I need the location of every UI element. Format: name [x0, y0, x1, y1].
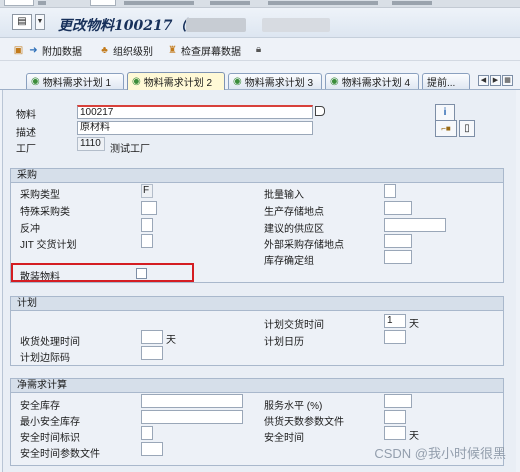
document-icon[interactable]: ▤	[12, 14, 32, 30]
safety-time-field[interactable]	[384, 426, 406, 440]
sched-margin-key-label: 计划边际码	[20, 353, 70, 364]
status-ok-icon: ◉	[330, 75, 339, 87]
redacted-area	[186, 18, 246, 32]
material-label: 物料	[16, 110, 36, 121]
storage-bin-field[interactable]	[384, 250, 412, 264]
title-bar: ▤ ▼ 更改物料100217（	[0, 8, 520, 38]
special-proc-label: 特殊采购类	[20, 207, 70, 218]
org-levels-icon: ♣	[101, 45, 108, 56]
tab-lead[interactable]: 提前...	[422, 73, 470, 89]
safety-stock-field[interactable]	[141, 394, 243, 408]
supply-area-label: 建议的供应区	[264, 224, 324, 235]
scheduling-group: 计划	[10, 296, 504, 366]
status-ok-icon: ◉	[31, 75, 40, 87]
gr-processing-time-unit: 天	[166, 335, 176, 346]
safety-time-profile-field[interactable]	[141, 442, 163, 456]
window-title: 更改物料100217（	[58, 18, 187, 34]
safety-time-label: 安全时间	[264, 433, 304, 444]
window-strip	[0, 0, 520, 8]
tab-list-icon[interactable]: ▦	[502, 75, 513, 86]
safety-time-unit: 天	[409, 431, 419, 442]
tab-label: 物料需求计划 3	[244, 78, 314, 89]
tab-strip: ◉ 物料需求计划 1 ◉ 物料需求计划 2 ◉ 物料需求计划 3 ◉ 物料需求计…	[0, 70, 520, 90]
application-toolbar: ▣ ➜ 附加数据 ♣ 组织级别 ♜ 检查屏幕数据 🔒︎	[0, 39, 520, 61]
tab-first-icon[interactable]: ◀	[478, 75, 489, 86]
org-levels-label: 组织级别	[113, 47, 153, 58]
batch-entry-field[interactable]	[384, 184, 396, 198]
scheduling-title: 计划	[11, 297, 503, 311]
special-proc-field[interactable]	[141, 201, 157, 215]
info-icon[interactable]: i	[435, 104, 455, 121]
jit-label: JIT 交货计划	[20, 240, 77, 251]
lock-icon: 🔒︎	[255, 44, 262, 55]
material-field[interactable]: 100217	[77, 105, 313, 119]
lock-button[interactable]: 🔒︎	[252, 43, 265, 56]
arrow-right-icon: ➜	[29, 45, 38, 56]
jit-field[interactable]	[141, 234, 153, 248]
description-label: 描述	[16, 128, 36, 139]
min-safety-stock-field[interactable]	[141, 410, 243, 424]
prod-storage-field[interactable]	[384, 201, 412, 215]
tab-label: 物料需求计划 4	[341, 78, 411, 89]
status-ok-icon: ◉	[132, 75, 141, 87]
batch-entry-label: 批量输入	[264, 190, 304, 201]
check-screen-data-icon: ♜	[168, 45, 177, 56]
safety-time-ind-field[interactable]	[141, 426, 153, 440]
storage-bin-label: 库存确定组	[264, 256, 314, 267]
ext-storage-label: 外部采购存储地点	[264, 240, 344, 251]
tab-label: 提前...	[427, 78, 456, 89]
tab-label: 物料需求计划 2	[143, 78, 213, 89]
additional-data-button[interactable]: ▣ ➜ 附加数据	[12, 43, 82, 58]
service-level-field[interactable]	[384, 394, 412, 408]
coverage-profile-field[interactable]	[384, 410, 406, 424]
watermark: CSDN @我小时候很黑	[374, 446, 506, 461]
net-requirements-title: 净需求计算	[11, 379, 503, 393]
tab-mrp-1[interactable]: ◉ 物料需求计划 1	[26, 73, 124, 89]
ext-storage-field[interactable]	[384, 234, 412, 248]
proc-type-label: 采购类型	[20, 190, 60, 201]
tab-next-icon[interactable]: ▶	[490, 75, 501, 86]
plan-delivery-time-label: 计划交货时间	[264, 320, 324, 331]
backflush-label: 反冲	[20, 224, 40, 235]
prod-storage-label: 生产存储地点	[264, 207, 324, 218]
tab-mrp-4[interactable]: ◉ 物料需求计划 4	[325, 73, 419, 89]
plan-delivery-time-field[interactable]: 1	[384, 314, 406, 328]
glasses-icon[interactable]: ⌐■	[435, 120, 457, 137]
org-levels-button[interactable]: ♣ 组织级别	[98, 43, 153, 58]
plant-label: 工厂	[16, 144, 36, 155]
status-ok-icon: ◉	[233, 75, 242, 87]
plan-delivery-time-unit: 天	[409, 319, 419, 330]
service-level-label: 服务水平 (%)	[264, 401, 323, 412]
backflush-field[interactable]	[141, 218, 153, 232]
supply-area-field[interactable]	[384, 218, 446, 232]
check-screen-data-label: 检查屏幕数据	[181, 47, 241, 58]
tab-mrp-3[interactable]: ◉ 物料需求计划 3	[228, 73, 322, 89]
safety-stock-label: 安全库存	[20, 401, 60, 412]
gr-processing-time-label: 收货处理时间	[20, 337, 80, 348]
min-safety-stock-label: 最小安全库存	[20, 417, 80, 428]
safety-time-ind-label: 安全时间标识	[20, 433, 80, 444]
safety-time-profile-label: 安全时间参数文件	[20, 449, 100, 460]
additional-data-icon: ▣	[13, 45, 24, 56]
planning-calendar-label: 计划日历	[264, 337, 304, 348]
description-field[interactable]: 原材料	[77, 121, 313, 135]
match-icon[interactable]	[315, 106, 325, 116]
procurement-title: 采购	[11, 169, 503, 183]
sched-margin-key-field[interactable]	[141, 346, 163, 360]
chevron-down-icon[interactable]: ▼	[35, 14, 45, 30]
document-icon[interactable]: ▯	[459, 120, 475, 137]
tab-label: 物料需求计划 1	[42, 78, 112, 89]
additional-data-label: 附加数据	[42, 47, 82, 58]
highlight-box	[11, 263, 194, 282]
tab-mrp-2[interactable]: ◉ 物料需求计划 2	[127, 72, 225, 90]
coverage-profile-label: 供货天数参数文件	[264, 417, 344, 428]
gr-processing-time-field[interactable]	[141, 330, 163, 344]
check-screen-data-button[interactable]: ♜ 检查屏幕数据	[166, 43, 241, 58]
proc-type-field[interactable]: F	[141, 184, 153, 198]
plant-name: 测试工厂	[110, 144, 150, 155]
plant-field[interactable]: 1110	[77, 137, 105, 151]
redacted-area	[262, 18, 330, 32]
planning-calendar-field[interactable]	[384, 330, 406, 344]
